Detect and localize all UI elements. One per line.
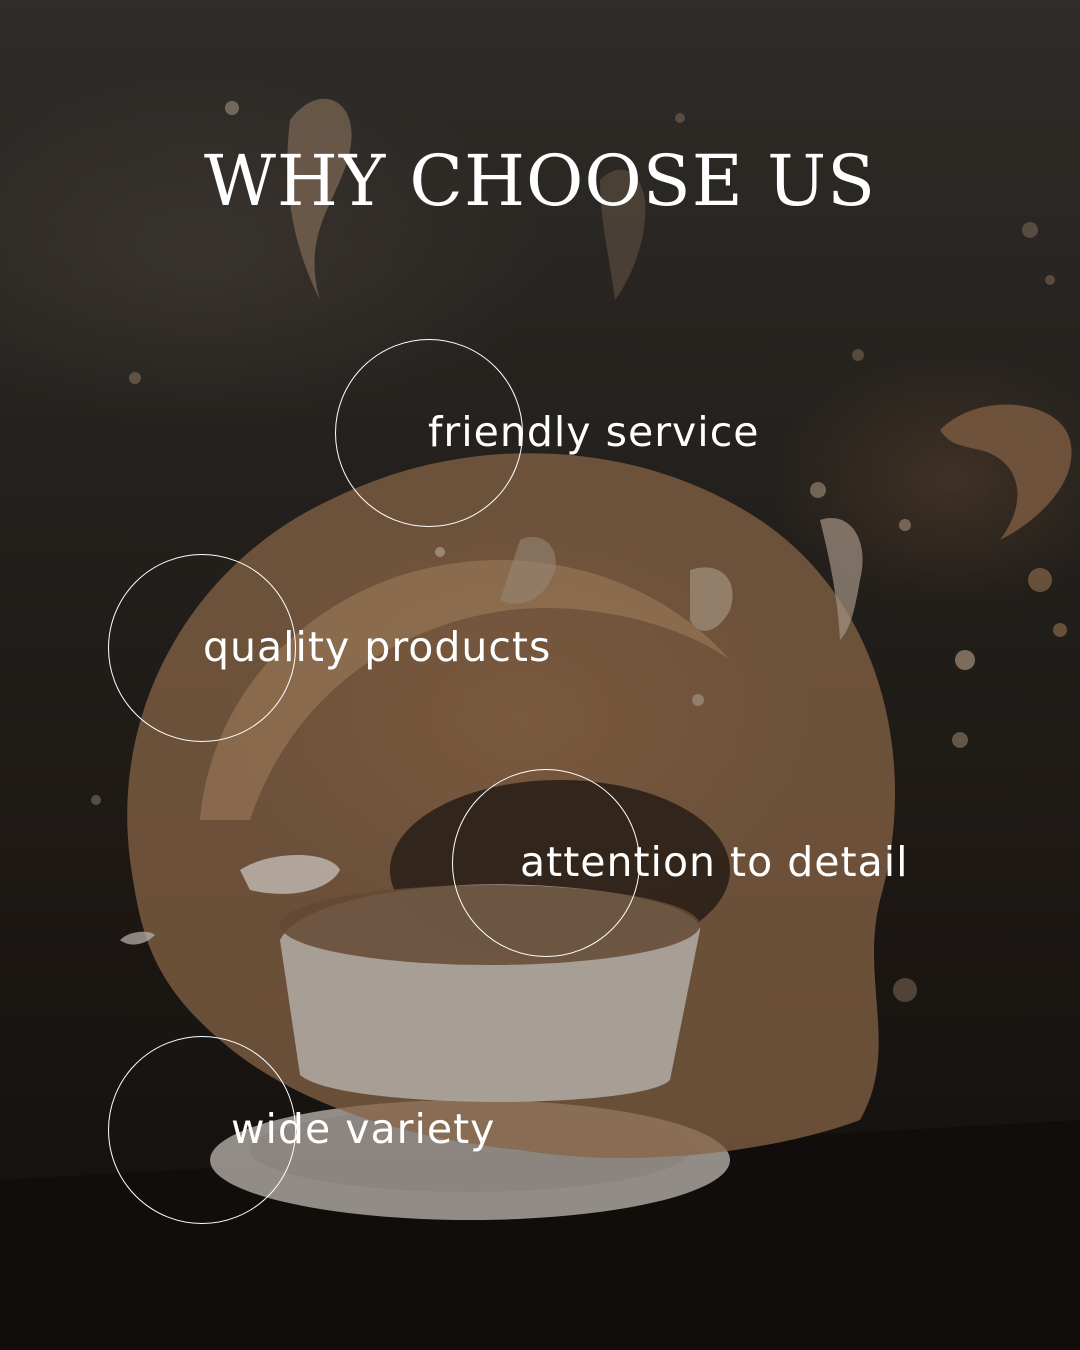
page-title: WHY CHOOSE US <box>203 140 877 222</box>
poster: WHY CHOOSE US friendly service quality p… <box>0 0 1080 1350</box>
feature-attention-to-detail: attention to detail <box>520 838 909 886</box>
feature-wide-variety: wide variety <box>231 1105 496 1153</box>
feature-quality-products: quality products <box>203 623 552 671</box>
feature-friendly-service: friendly service <box>428 408 760 456</box>
